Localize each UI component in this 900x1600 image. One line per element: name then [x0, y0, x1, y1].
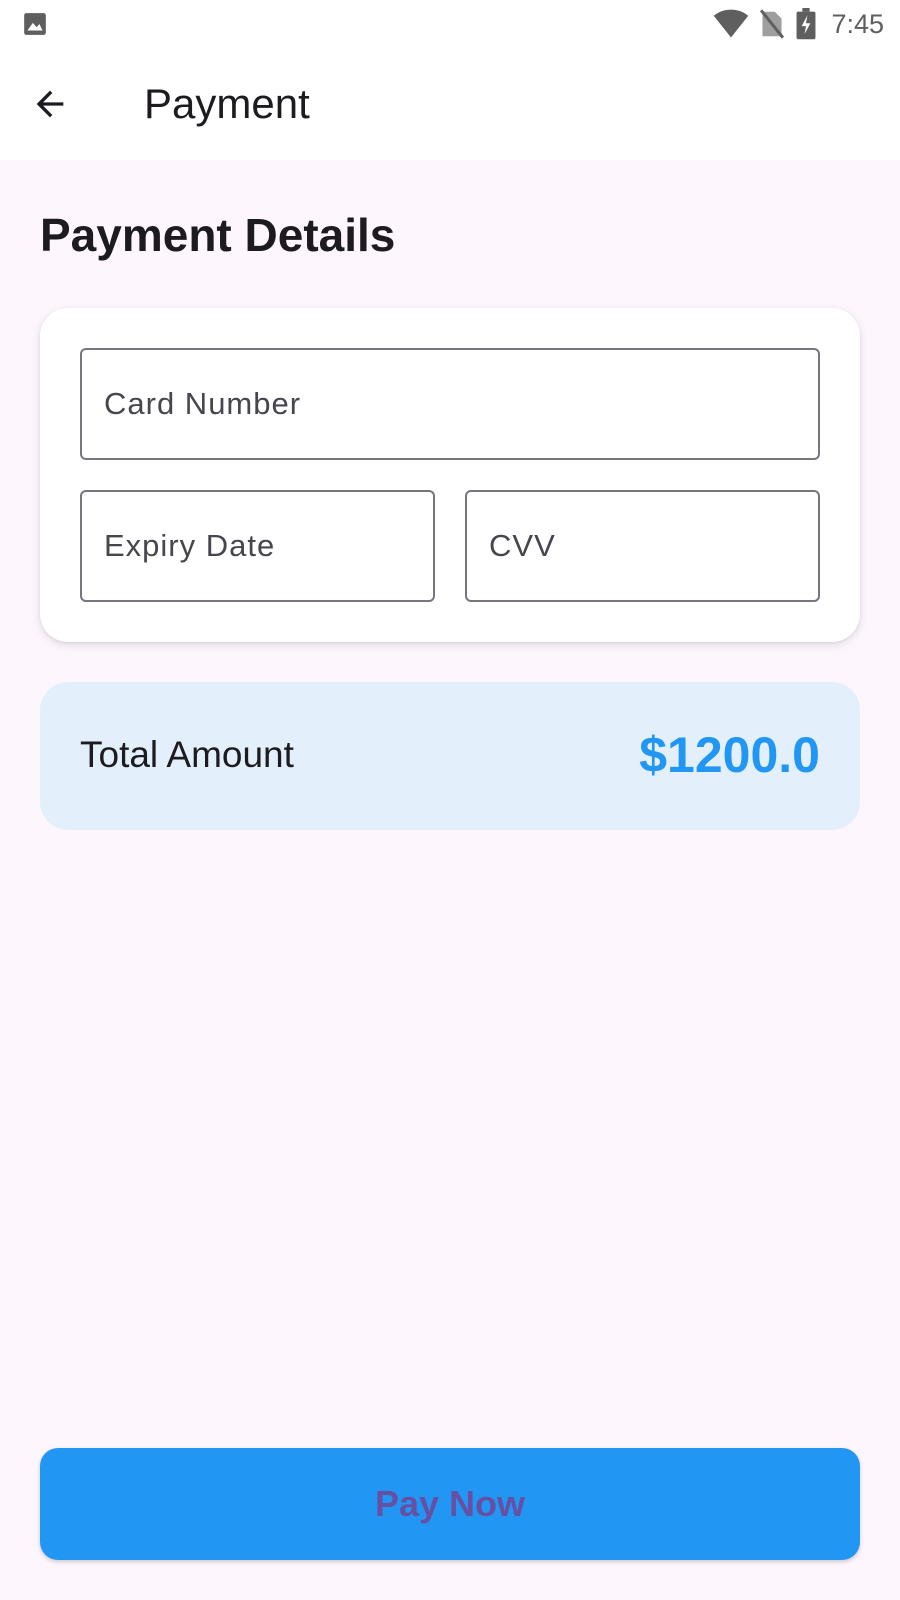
cvv-input[interactable] — [467, 492, 818, 600]
back-button[interactable] — [24, 78, 76, 130]
payment-content: Payment Details Total Amount $1200.0 Pay… — [0, 160, 900, 1600]
status-time: 7:45 — [831, 8, 884, 39]
total-amount-panel: Total Amount $1200.0 — [40, 682, 860, 830]
expiry-date-input[interactable] — [82, 492, 433, 600]
app-bar-title: Payment — [144, 80, 310, 127]
expiry-date-field — [80, 490, 435, 602]
wifi-icon — [714, 9, 749, 38]
no-sim-icon — [760, 9, 785, 39]
total-amount-value: $1200.0 — [639, 727, 820, 783]
payment-form-card — [40, 308, 860, 642]
status-bar: 7:45 — [0, 0, 900, 48]
app-bar: Payment — [0, 48, 900, 160]
pay-now-button[interactable]: Pay Now — [40, 1448, 860, 1560]
battery-charging-icon — [796, 8, 816, 40]
total-amount-label: Total Amount — [80, 734, 294, 775]
cvv-field — [465, 490, 820, 602]
image-notification-icon — [24, 13, 46, 35]
status-icons: 7:45 — [713, 0, 884, 48]
card-number-input[interactable] — [82, 350, 818, 458]
page-title: Payment Details — [40, 209, 396, 261]
card-number-field — [80, 348, 820, 460]
arrow-back-icon — [36, 90, 64, 118]
